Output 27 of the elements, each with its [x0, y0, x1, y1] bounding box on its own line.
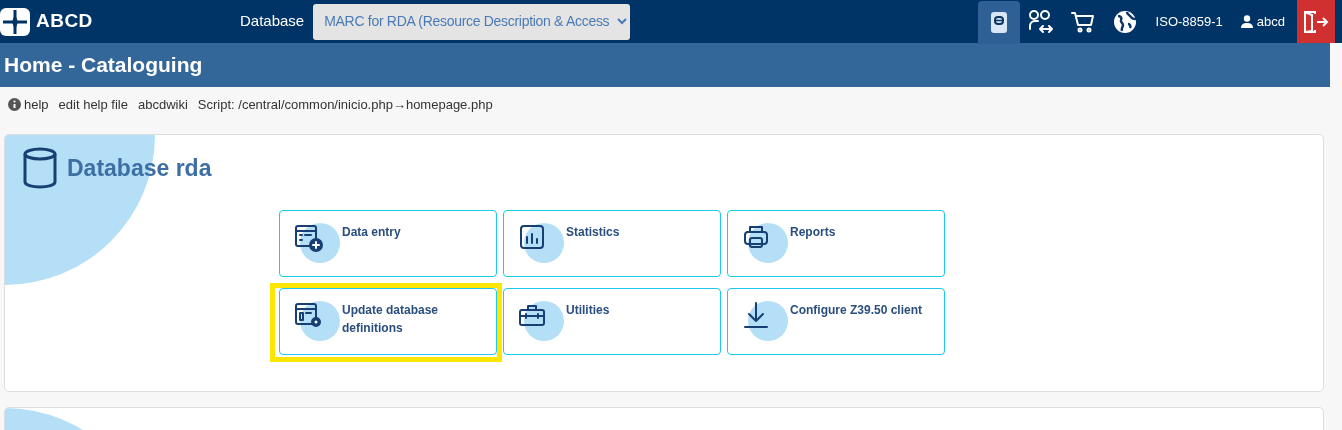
menu-tile[interactable]: Utilities: [503, 288, 721, 355]
toolbar-button[interactable]: [977, 1, 1020, 44]
edit-help-link[interactable]: edit help file: [58, 94, 128, 115]
menu-tile[interactable]: Configure Z39.50 client: [727, 288, 945, 355]
chevron-down-icon: [617, 16, 628, 25]
charset-link[interactable]: ISO-8859-1: [1155, 11, 1223, 32]
database-icon: [23, 147, 57, 189]
database-label: Database: [240, 11, 305, 32]
page-title: Home - Cataloguing: [4, 52, 203, 79]
menu-tile[interactable]: Update database definitions: [279, 288, 497, 355]
user-icon: [1240, 15, 1253, 28]
cart-icon: [1070, 9, 1095, 34]
menu-tile[interactable]: Statistics: [503, 210, 721, 277]
users-exchange-icon: [1027, 8, 1054, 35]
menu-tile[interactable]: Data entry: [279, 210, 497, 277]
info-icon: [8, 98, 21, 111]
wiki-link[interactable]: abcdwiki: [137, 94, 188, 115]
logout-button[interactable]: [1297, 0, 1335, 43]
help-link[interactable]: help: [24, 94, 49, 115]
script-path: Script: /central/common/inicio.php→homepage.php: [197, 95, 493, 114]
database-select[interactable]: MARC for RDA (Resource Description & Access: [313, 3, 631, 40]
logo-text: ABCD: [36, 9, 93, 34]
book-icon: [988, 10, 1009, 35]
user-name[interactable]: abcd: [1256, 11, 1285, 32]
exit-door-icon: [1303, 10, 1329, 33]
menu-tile[interactable]: Reports: [727, 210, 945, 277]
globe-icon: [1112, 9, 1137, 34]
